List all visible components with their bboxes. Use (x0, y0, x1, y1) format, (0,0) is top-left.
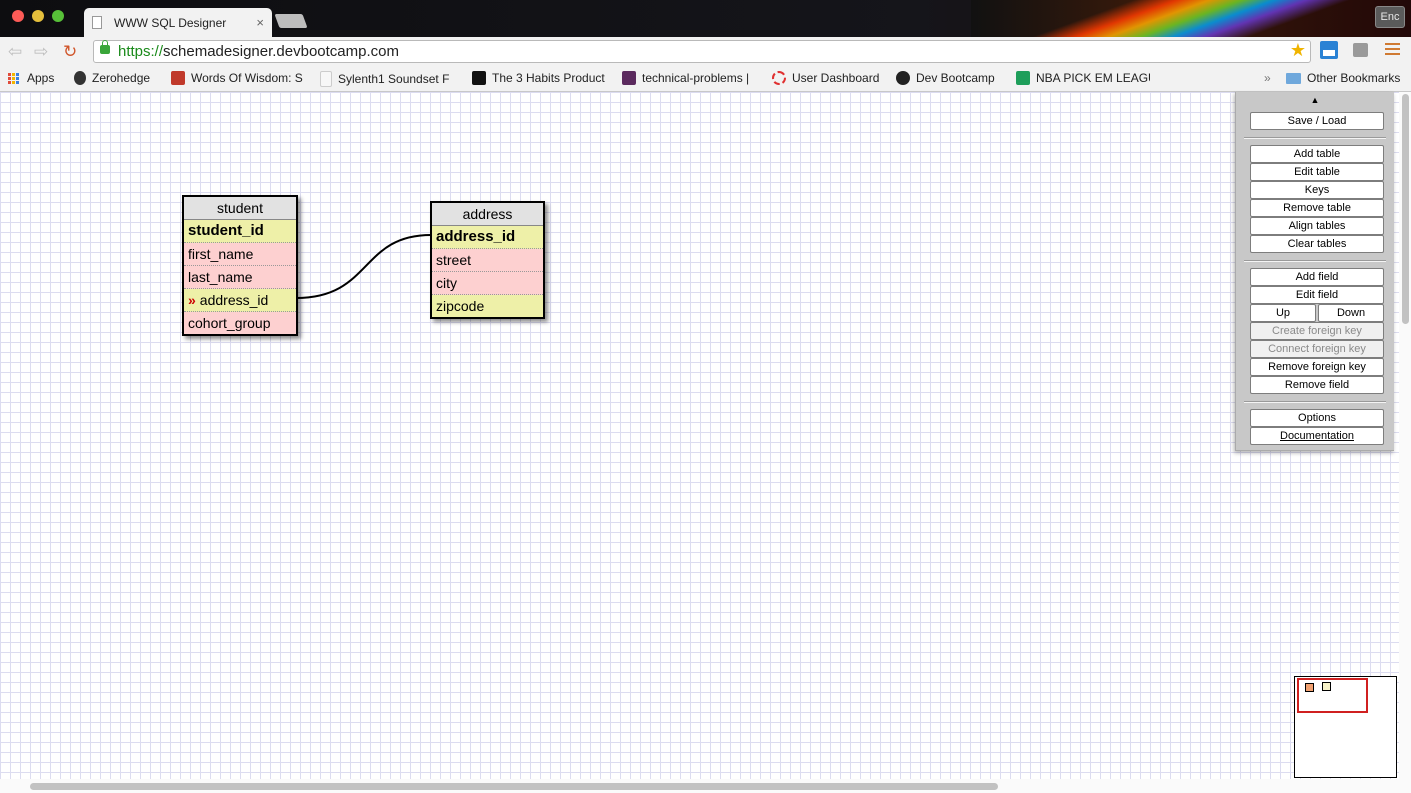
slack-icon (622, 71, 636, 85)
browser-tab[interactable]: WWW SQL Designer × (84, 8, 272, 37)
add-field-button[interactable]: Add field (1250, 268, 1384, 286)
table-title[interactable]: address (432, 203, 543, 226)
circle-icon (772, 71, 786, 85)
url-host: schemadesigner.devbootcamp.com (163, 43, 399, 60)
designer-canvas[interactable]: student student_id first_name last_name … (0, 92, 1411, 793)
sheets-icon (1016, 71, 1030, 85)
minimap-table-student (1305, 683, 1314, 692)
field-student-id[interactable]: student_id (184, 220, 296, 243)
divider (1244, 401, 1386, 403)
url-text[interactable]: https://schemadesigner.devbootcamp.com (118, 43, 399, 60)
field-city[interactable]: city (432, 272, 543, 295)
apps-grid-icon (8, 72, 19, 84)
bookmark-technical-problems[interactable]: technical-problems | (622, 71, 774, 85)
field-last-name[interactable]: last_name (184, 266, 296, 289)
minimize-window-button[interactable] (32, 10, 44, 22)
field-address-id-fk[interactable]: » address_id (184, 289, 296, 312)
remove-foreign-key-button[interactable]: Remove foreign key (1250, 358, 1384, 376)
move-up-button[interactable]: Up (1250, 304, 1316, 322)
vertical-scroll-thumb[interactable] (1402, 94, 1409, 324)
bookmark-words-of-wisdom[interactable]: Words Of Wisdom: S (171, 71, 303, 85)
keys-button[interactable]: Keys (1250, 181, 1384, 199)
field-street[interactable]: street (432, 249, 543, 272)
menu-icon[interactable] (1385, 43, 1400, 58)
bookmark-star-icon[interactable]: ★ (1290, 40, 1306, 61)
horizontal-scroll-thumb[interactable] (30, 783, 998, 790)
forward-arrow-icon[interactable]: ⇨ (34, 42, 48, 62)
theme-background (971, 0, 1411, 37)
connect-foreign-key-button[interactable]: Connect foreign key (1250, 340, 1384, 358)
page-icon (320, 71, 332, 87)
tab-title: WWW SQL Designer (114, 15, 227, 30)
bookmark-zerohedge[interactable]: Zerohedge (74, 71, 150, 85)
url-scheme: https:// (118, 43, 164, 60)
collapse-toggle-icon[interactable]: ▲ (1236, 95, 1394, 105)
create-foreign-key-button[interactable]: Create foreign key (1250, 322, 1384, 340)
address-bar[interactable]: https://schemadesigner.devbootcamp.com ★ (93, 40, 1311, 63)
reload-icon[interactable]: ↻ (63, 42, 77, 62)
page-icon (92, 16, 102, 29)
minimap-table-address (1322, 682, 1331, 691)
bookmark-apps[interactable]: Apps (8, 71, 54, 85)
clear-tables-button[interactable]: Clear tables (1250, 235, 1384, 253)
bookmark-sylenth[interactable]: Sylenth1 Soundset F (320, 71, 456, 87)
save-load-button[interactable]: Save / Load (1250, 112, 1384, 130)
bookmark-user-dashboard[interactable]: User Dashboard (772, 71, 879, 85)
browser-toolbar: ⇦ ⇨ ↻ https://schemadesigner.devbootcamp… (0, 37, 1411, 66)
field-zipcode[interactable]: zipcode (432, 295, 543, 317)
field-address-id[interactable]: address_id (432, 226, 543, 249)
move-down-button[interactable]: Down (1318, 304, 1384, 322)
options-button[interactable]: Options (1250, 409, 1384, 427)
remove-table-button[interactable]: Remove table (1250, 199, 1384, 217)
window-titlebar: WWW SQL Designer × Enc (0, 0, 1411, 37)
new-tab-button[interactable] (274, 14, 308, 28)
lock-icon (100, 40, 110, 54)
e-letter-icon (472, 71, 486, 85)
field-cohort-group[interactable]: cohort_group (184, 312, 296, 334)
extension-icon[interactable] (1320, 41, 1338, 59)
table-address[interactable]: address address_id street city zipcode (430, 201, 545, 319)
bookmark-dev-bootcamp[interactable]: Dev Bootcamp (896, 71, 995, 85)
table-title[interactable]: student (184, 197, 296, 220)
other-bookmarks[interactable]: Other Bookmarks (1286, 71, 1400, 85)
field-first-name[interactable]: first_name (184, 243, 296, 266)
control-panel: ▲ Save / Load Add table Edit table Keys … (1235, 92, 1394, 451)
align-tables-button[interactable]: Align tables (1250, 217, 1384, 235)
minimap[interactable] (1294, 676, 1397, 778)
folder-icon (1286, 72, 1301, 84)
bookmark-3-habits[interactable]: The 3 Habits Product (472, 71, 608, 85)
divider (1244, 137, 1386, 139)
table-student[interactable]: student student_id first_name last_name … (182, 195, 298, 336)
foreign-key-icon: » (188, 292, 196, 308)
back-arrow-icon[interactable]: ⇦ (8, 42, 22, 62)
maximize-window-button[interactable] (52, 10, 64, 22)
window-controls (12, 10, 64, 22)
github-icon (896, 71, 910, 85)
horizontal-scrollbar[interactable] (0, 779, 1399, 793)
bookmark-nba-pick-em[interactable]: NBA PICK EM LEAGU (1016, 71, 1150, 85)
add-table-button[interactable]: Add table (1250, 145, 1384, 163)
close-tab-icon[interactable]: × (256, 15, 264, 30)
bookmarks-bar: Apps Zerohedge Words Of Wisdom: S Sylent… (0, 66, 1411, 92)
bookmarks-overflow-button[interactable]: » (1264, 71, 1271, 85)
zerohedge-icon (74, 71, 86, 85)
remove-field-button[interactable]: Remove field (1250, 376, 1384, 394)
divider (1244, 260, 1386, 262)
edit-table-button[interactable]: Edit table (1250, 163, 1384, 181)
vertical-scrollbar[interactable] (1399, 92, 1411, 793)
documentation-link[interactable]: Documentation (1250, 427, 1384, 445)
edit-field-button[interactable]: Edit field (1250, 286, 1384, 304)
extension-icon[interactable] (1353, 43, 1368, 57)
profile-button[interactable]: Enc (1375, 6, 1405, 28)
chess-rook-icon (171, 71, 185, 85)
field-label: address_id (199, 292, 269, 308)
close-window-button[interactable] (12, 10, 24, 22)
